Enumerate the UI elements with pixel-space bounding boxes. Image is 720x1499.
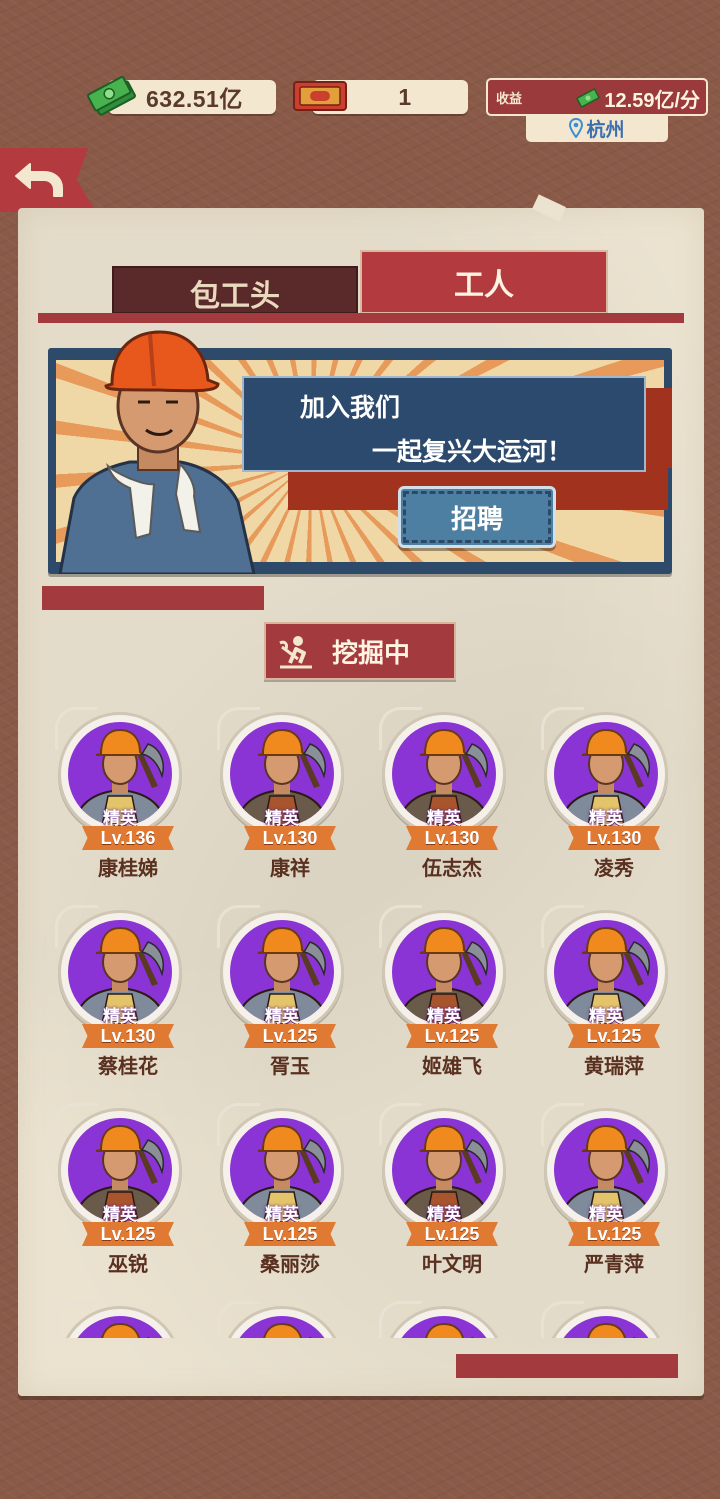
worker-name: 巫锐 [108,1254,148,1276]
back-arrow-icon [15,163,63,197]
worker-avatar [392,1316,496,1338]
digging-status-label: 挖掘中 [332,637,411,668]
worker-rank: 精英 [103,1007,137,1026]
ticket-counter: 1 [293,80,468,114]
recruit-button-label: 招聘 [450,503,503,534]
worker-level: Lv.125 [244,1222,336,1246]
worker-level: Lv.130 [568,826,660,850]
tab-foreman-label: 包工头 [190,280,280,313]
worker-level: Lv.125 [82,1222,174,1246]
city-name: 杭州 [586,119,625,141]
worker-avatar-frame [217,1301,344,1338]
worker-name: 凌秀 [594,858,634,880]
cash-value: 632.51亿 [146,86,243,112]
worker-level: Lv.125 [568,1024,660,1048]
worker-name: 康桂娣 [98,858,158,880]
recruit-slogan-line2: 一起复兴大运河！ [372,438,573,466]
worker-rank: 精英 [265,1007,299,1026]
worker-name: 康祥 [270,858,310,880]
worker-level: Lv.125 [244,1024,336,1048]
bottom-divider [456,1354,678,1378]
cash-counter: 632.51亿 [86,76,276,116]
worker-rank: 精英 [265,1205,299,1224]
worker-level: Lv.125 [406,1024,498,1048]
income-panel: 收益 12.59亿/分 [486,78,708,116]
worker-level: Lv.136 [82,826,174,850]
worker-card[interactable]: 精英 Lv.130 蔡桂花 [50,898,190,1088]
digging-status-button[interactable]: 挖掘中 [264,622,456,680]
worker-card[interactable]: 精英 Lv.136 康桂娣 [50,700,190,890]
section-divider [42,586,264,610]
worker-card[interactable]: 精英 Lv.130 康祥 [212,700,352,890]
worker-card[interactable] [536,1294,676,1338]
recruit-slogan-line1: 加入我们 [300,394,401,422]
income-label: 收益 [496,90,523,106]
worker-level: Lv.130 [406,826,498,850]
tab-foreman[interactable]: 包工头 [112,266,358,314]
worker-rank: 精英 [103,1205,137,1224]
worker-portrait [101,1322,150,1338]
worker-card[interactable]: 精英 Lv.125 姬雄飞 [374,898,514,1088]
income-value: 12.59亿/分 [604,89,700,112]
worker-avatar [230,1316,334,1338]
worker-card[interactable]: 精英 Lv.125 桑丽莎 [212,1096,352,1286]
worker-card[interactable] [212,1294,352,1338]
worker-level: Lv.130 [82,1024,174,1048]
worker-avatar-frame [55,1301,182,1338]
worker-level: Lv.130 [244,826,336,850]
worker-name: 蔡桂花 [98,1056,158,1078]
worker-grid: 精英 Lv.136 康桂娣 精英 Lv.130 康祥 精英 Lv.130 伍志杰… [38,700,684,1338]
worker-rank: 精英 [265,809,299,828]
cash-icon [576,88,600,108]
tab-workers-label: 工人 [454,269,514,302]
back-button[interactable] [0,148,96,212]
location-pin-icon [569,118,584,138]
worker-portrait [587,1322,636,1338]
worker-card[interactable]: 精英 Lv.130 凌秀 [536,700,676,890]
worker-card[interactable]: 精英 Lv.125 严青萍 [536,1096,676,1286]
worker-name: 黄瑞萍 [584,1056,644,1078]
recruit-button[interactable]: 招聘 [398,486,556,548]
worker-level: Lv.125 [568,1222,660,1246]
ticket-value: 1 [398,83,412,110]
worker-card[interactable]: 精英 Lv.130 伍志杰 [374,700,514,890]
tab-underline [38,313,684,323]
worker-card[interactable]: 精英 Lv.125 叶文明 [374,1096,514,1286]
worker-rank: 精英 [427,809,461,828]
digging-worker-icon [279,636,312,669]
worker-level: Lv.125 [406,1222,498,1246]
worker-name: 姬雄飞 [422,1056,482,1078]
worker-name: 伍志杰 [422,858,482,880]
recruit-speech-box: 加入我们 一起复兴大运河！ [242,376,646,472]
city-selector[interactable]: 杭州 [526,114,668,142]
foreman-illustration [58,330,256,574]
worker-rank: 精英 [589,1007,623,1026]
worker-card[interactable]: 精英 Lv.125 巫锐 [50,1096,190,1286]
worker-card[interactable]: 精英 Lv.125 胥玉 [212,898,352,1088]
worker-avatar-frame [379,1301,506,1338]
worker-rank: 精英 [589,809,623,828]
worker-name: 严青萍 [584,1254,644,1276]
worker-name: 叶文明 [422,1254,482,1276]
worker-rank: 精英 [103,809,137,828]
worker-rank: 精英 [427,1205,461,1224]
tab-workers[interactable]: 工人 [360,250,608,314]
worker-card[interactable]: 精英 Lv.125 黄瑞萍 [536,898,676,1088]
worker-rank: 精英 [427,1007,461,1026]
ticket-icon [293,81,347,111]
worker-name: 胥玉 [270,1056,310,1078]
worker-avatar [554,1316,658,1338]
worker-portrait [263,1322,312,1338]
worker-rank: 精英 [589,1205,623,1224]
cash-stack-icon [86,76,136,116]
worker-name: 桑丽莎 [260,1254,320,1276]
worker-avatar-frame [541,1301,668,1338]
worker-portrait [425,1322,474,1338]
worker-avatar [68,1316,172,1338]
worker-card[interactable] [50,1294,190,1338]
income-rate: 12.59亿/分 [574,85,700,112]
worker-card[interactable] [374,1294,514,1338]
